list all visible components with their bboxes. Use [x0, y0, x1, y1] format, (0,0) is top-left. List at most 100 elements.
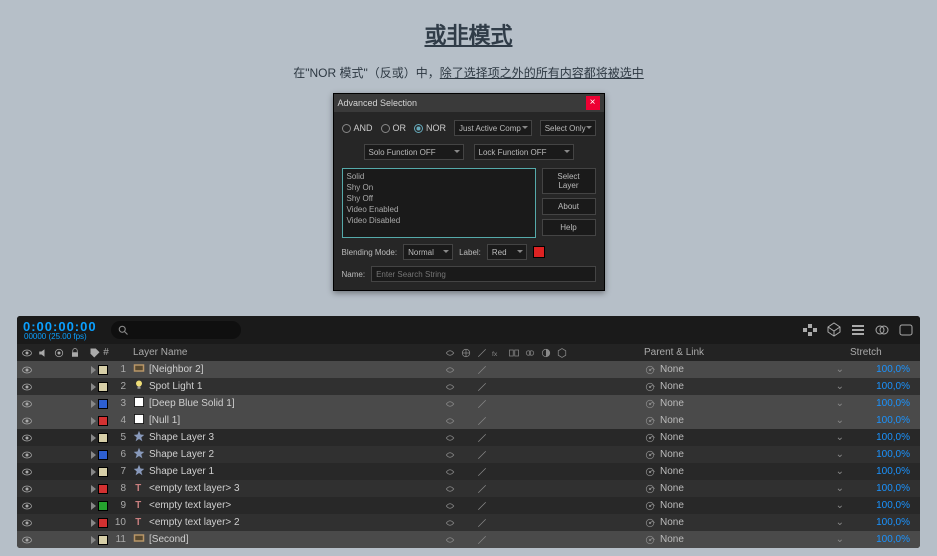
- video-toggle-icon[interactable]: [21, 449, 33, 461]
- stretch-value[interactable]: 100,0%: [850, 364, 920, 375]
- twirl-icon[interactable]: [91, 519, 96, 527]
- layer-row[interactable]: 5 Shape Layer 3 None 100,0%: [17, 429, 920, 446]
- layer-row[interactable]: 7 Shape Layer 1 None 100,0%: [17, 463, 920, 480]
- draft3d-icon[interactable]: [826, 322, 842, 338]
- pickwhip-icon[interactable]: [644, 364, 656, 376]
- parent-dropdown[interactable]: None: [660, 449, 850, 460]
- layer-row[interactable]: 10 T <empty text layer> 2 None 100,0%: [17, 514, 920, 531]
- stretch-value[interactable]: 100,0%: [850, 449, 920, 460]
- shy-switch[interactable]: [444, 432, 456, 444]
- lock-function-dropdown[interactable]: Lock Function OFF: [474, 144, 574, 160]
- list-item[interactable]: Shy Off: [345, 193, 533, 204]
- video-toggle-icon[interactable]: [21, 517, 33, 529]
- twirl-icon[interactable]: [91, 383, 96, 391]
- stretch-value[interactable]: 100,0%: [850, 415, 920, 426]
- shy-switch[interactable]: [444, 500, 456, 512]
- parent-dropdown[interactable]: None: [660, 534, 850, 545]
- label-color-swatch[interactable]: [98, 501, 108, 511]
- help-button[interactable]: Help: [542, 219, 596, 236]
- quality-switch[interactable]: [476, 432, 488, 444]
- layer-row[interactable]: 4 [Null 1] None 100,0%: [17, 412, 920, 429]
- quality-switch[interactable]: [476, 381, 488, 393]
- stretch-value[interactable]: 100,0%: [850, 466, 920, 477]
- motionblur-switch-icon[interactable]: [524, 347, 536, 359]
- pickwhip-icon[interactable]: [644, 466, 656, 478]
- timeline-search-input[interactable]: [111, 321, 241, 339]
- filter-list[interactable]: Solid Shy On Shy Off Video Enabled Video…: [342, 168, 536, 238]
- label-dropdown[interactable]: Red: [487, 244, 527, 260]
- layer-name[interactable]: Shape Layer 3: [149, 432, 214, 443]
- radio-or[interactable]: OR: [381, 123, 407, 133]
- shy-switch[interactable]: [444, 364, 456, 376]
- layer-name[interactable]: [Null 1]: [149, 415, 180, 426]
- parent-dropdown[interactable]: None: [660, 432, 850, 443]
- label-color-swatch[interactable]: [98, 365, 108, 375]
- shy-switch[interactable]: [444, 483, 456, 495]
- radio-nor[interactable]: NOR: [414, 123, 446, 133]
- parent-dropdown[interactable]: None: [660, 364, 850, 375]
- twirl-icon[interactable]: [91, 417, 96, 425]
- shy-switch[interactable]: [444, 398, 456, 410]
- stretch-value[interactable]: 100,0%: [850, 500, 920, 511]
- label-color-swatch[interactable]: [98, 433, 108, 443]
- stretch-value[interactable]: 100,0%: [850, 517, 920, 528]
- video-column-icon[interactable]: [21, 347, 33, 359]
- parent-dropdown[interactable]: None: [660, 500, 850, 511]
- quality-switch-icon[interactable]: [476, 347, 488, 359]
- video-toggle-icon[interactable]: [21, 466, 33, 478]
- layer-row[interactable]: 2 Spot Light 1 None 100,0%: [17, 378, 920, 395]
- label-color-swatch[interactable]: [98, 450, 108, 460]
- twirl-icon[interactable]: [91, 485, 96, 493]
- stretch-value[interactable]: 100,0%: [850, 432, 920, 443]
- twirl-icon[interactable]: [91, 366, 96, 374]
- quality-switch[interactable]: [476, 534, 488, 546]
- list-item[interactable]: Video Enabled: [345, 204, 533, 215]
- layer-row[interactable]: 3 [Deep Blue Solid 1] None 100,0%: [17, 395, 920, 412]
- comp-scope-dropdown[interactable]: Just Active Comp: [454, 120, 532, 136]
- pickwhip-icon[interactable]: [644, 449, 656, 461]
- layer-name[interactable]: [Deep Blue Solid 1]: [149, 398, 235, 409]
- layer-name-column-header[interactable]: Layer Name: [129, 347, 440, 358]
- blending-mode-dropdown[interactable]: Normal: [403, 244, 453, 260]
- video-toggle-icon[interactable]: [21, 500, 33, 512]
- close-icon[interactable]: ×: [586, 96, 600, 110]
- list-item[interactable]: Solid: [345, 171, 533, 182]
- adjustment-switch-icon[interactable]: [540, 347, 552, 359]
- video-toggle-icon[interactable]: [21, 381, 33, 393]
- shy-switch-icon[interactable]: [444, 347, 456, 359]
- composition-flowchart-icon[interactable]: [802, 322, 818, 338]
- layer-row[interactable]: 11 [Second] None 100,0%: [17, 531, 920, 548]
- quality-switch[interactable]: [476, 449, 488, 461]
- pickwhip-icon[interactable]: [644, 517, 656, 529]
- collapse-switch-icon[interactable]: [460, 347, 472, 359]
- label-color-swatch[interactable]: [98, 518, 108, 528]
- pickwhip-icon[interactable]: [644, 432, 656, 444]
- layer-row[interactable]: 9 T <empty text layer> None 100,0%: [17, 497, 920, 514]
- layer-row[interactable]: 8 T <empty text layer> 3 None 100,0%: [17, 480, 920, 497]
- parent-column-header[interactable]: Parent & Link: [640, 347, 850, 358]
- stretch-value[interactable]: 100,0%: [850, 398, 920, 409]
- stretch-column-header[interactable]: Stretch: [850, 347, 920, 358]
- quality-switch[interactable]: [476, 398, 488, 410]
- shy-switch[interactable]: [444, 415, 456, 427]
- frame-blend-icon[interactable]: [874, 322, 890, 338]
- about-button[interactable]: About: [542, 198, 596, 215]
- stretch-value[interactable]: 100,0%: [850, 381, 920, 392]
- shy-switch[interactable]: [444, 534, 456, 546]
- twirl-icon[interactable]: [91, 536, 96, 544]
- label-color-swatch[interactable]: [98, 535, 108, 545]
- current-timecode[interactable]: 0:00:00:00: [23, 320, 97, 333]
- layer-name[interactable]: Spot Light 1: [149, 381, 202, 392]
- pickwhip-icon[interactable]: [644, 381, 656, 393]
- lock-column-icon[interactable]: [69, 347, 81, 359]
- video-toggle-icon[interactable]: [21, 398, 33, 410]
- quality-switch[interactable]: [476, 483, 488, 495]
- parent-dropdown[interactable]: None: [660, 517, 850, 528]
- layer-name[interactable]: <empty text layer> 2: [149, 517, 240, 528]
- twirl-icon[interactable]: [91, 400, 96, 408]
- list-item[interactable]: Shy On: [345, 182, 533, 193]
- layer-name[interactable]: [Neighbor 2]: [149, 364, 203, 375]
- shy-layers-icon[interactable]: [850, 322, 866, 338]
- label-column-icon[interactable]: [89, 347, 101, 359]
- audio-column-icon[interactable]: [37, 347, 49, 359]
